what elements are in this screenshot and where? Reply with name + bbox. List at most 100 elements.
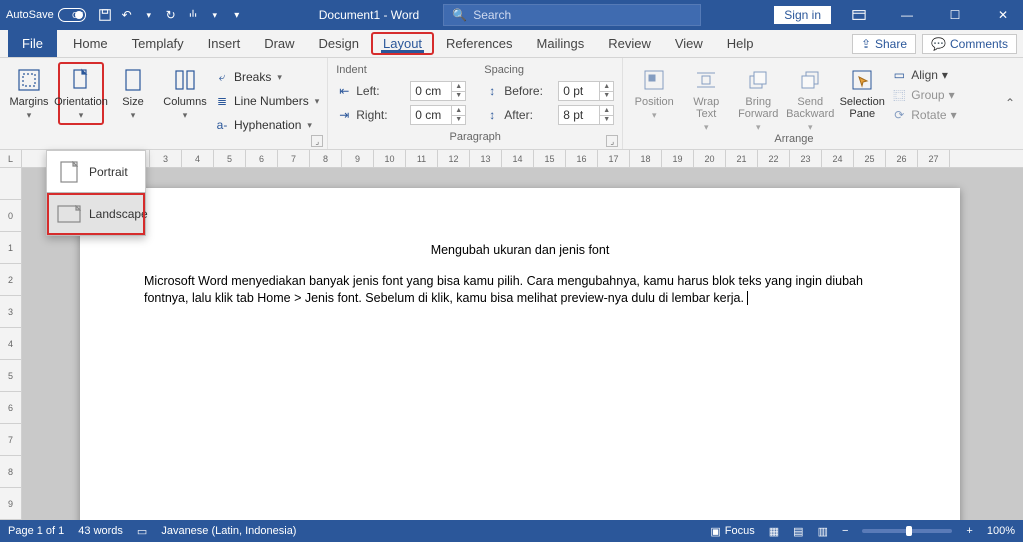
tab-design[interactable]: Design: [307, 30, 371, 57]
position-button[interactable]: Position▾: [631, 62, 677, 121]
indent-left-input[interactable]: 0 cm▲▼: [410, 81, 466, 101]
comments-button[interactable]: 💬Comments: [922, 34, 1017, 54]
columns-label: Columns: [163, 96, 206, 108]
selection-pane-button[interactable]: SelectionPane: [839, 62, 885, 120]
redo-icon[interactable]: ↻: [162, 6, 180, 24]
zoom-out-button[interactable]: −: [842, 525, 848, 537]
send-label: SendBackward: [786, 96, 834, 120]
focus-mode-button[interactable]: ▣Focus: [710, 525, 754, 538]
hyphenation-button[interactable]: a-Hyphenation▾: [214, 114, 319, 136]
ribbon-display-icon[interactable]: [839, 0, 879, 30]
position-icon: [640, 66, 668, 94]
columns-button[interactable]: Columns ▾: [162, 62, 208, 121]
chevron-down-icon: ▾: [27, 110, 32, 121]
search-input[interactable]: 🔍 Search: [443, 4, 701, 26]
align-label: Align: [911, 68, 938, 82]
zoom-level[interactable]: 100%: [987, 525, 1015, 537]
print-layout-icon[interactable]: ▤: [793, 525, 803, 538]
spacing-before-input[interactable]: 0 pt ▲▼: [558, 81, 614, 101]
align-button[interactable]: ▭Align▾: [891, 66, 956, 84]
right-label: Right:: [356, 108, 406, 122]
zoom-slider[interactable]: [862, 529, 952, 533]
save-icon[interactable]: [96, 6, 114, 24]
search-placeholder: Search: [473, 8, 511, 22]
spellcheck-icon[interactable]: ▭: [137, 525, 147, 538]
spacing-before-value: 0 pt: [563, 84, 583, 98]
qat-customize-icon[interactable]: ▾: [228, 6, 246, 24]
touch-caret-icon[interactable]: ▾: [206, 6, 224, 24]
page-count[interactable]: Page 1 of 1: [8, 525, 64, 537]
vertical-ruler[interactable]: 012345678910: [0, 168, 22, 520]
indent-left-icon: ⇤: [336, 84, 352, 98]
undo-icon[interactable]: ↶: [118, 6, 136, 24]
ruler-corner[interactable]: L: [0, 150, 22, 168]
portrait-label: Portrait: [89, 165, 128, 179]
touch-mode-icon[interactable]: [184, 6, 202, 24]
portrait-icon: [57, 161, 81, 183]
orientation-portrait-item[interactable]: Portrait: [47, 151, 145, 193]
horizontal-ruler[interactable]: 0123456789101112131415161718192021222324…: [22, 150, 1023, 168]
language-status[interactable]: Javanese (Latin, Indonesia): [161, 525, 296, 537]
tab-draw[interactable]: Draw: [252, 30, 306, 57]
tab-insert[interactable]: Insert: [196, 30, 253, 57]
maximize-button[interactable]: ☐: [935, 0, 975, 30]
dialog-launcher-icon[interactable]: ⌟: [606, 135, 618, 147]
web-layout-icon[interactable]: ▥: [818, 525, 828, 538]
page[interactable]: Mengubah ukuran dan jenis font Microsoft…: [80, 188, 960, 520]
tab-mailings[interactable]: Mailings: [525, 30, 597, 57]
canvas[interactable]: Mengubah ukuran dan jenis font Microsoft…: [22, 168, 1023, 520]
wrap-text-button[interactable]: WrapText▾: [683, 62, 729, 133]
doc-body: Microsoft Word menyediakan banyak jenis …: [144, 273, 896, 307]
position-label: Position: [635, 96, 674, 108]
ribbon: Margins ▾ Orientation ▾ Size ▾ Columns ▾: [0, 58, 1023, 150]
hyphenation-label: Hyphenation: [234, 118, 301, 132]
read-mode-icon[interactable]: ▦: [769, 525, 779, 538]
comments-label: Comments: [950, 37, 1008, 51]
line-numbers-button[interactable]: ≣Line Numbers▾: [214, 90, 319, 112]
tab-references[interactable]: References: [434, 30, 524, 57]
orientation-button[interactable]: Orientation ▾: [58, 62, 104, 125]
tab-layout[interactable]: Layout: [371, 32, 434, 55]
close-button[interactable]: ✕: [983, 0, 1023, 30]
undo-caret-icon[interactable]: ▾: [140, 6, 158, 24]
spacing-after-input[interactable]: 8 pt▲▼: [558, 105, 614, 125]
margins-button[interactable]: Margins ▾: [6, 62, 52, 121]
indent-right-input[interactable]: 0 cm▲▼: [410, 105, 466, 125]
spinner-icon[interactable]: ▲▼: [451, 106, 465, 124]
breaks-button[interactable]: ⤶Breaks▾: [214, 66, 319, 88]
after-label: After:: [504, 108, 554, 122]
tab-home[interactable]: Home: [61, 30, 120, 57]
spinner-icon[interactable]: ▲▼: [451, 82, 465, 100]
word-count[interactable]: 43 words: [78, 525, 123, 537]
autosave-toggle[interactable]: AutoSave Off: [6, 8, 86, 22]
orientation-landscape-item[interactable]: Landscape: [46, 192, 146, 236]
size-button[interactable]: Size ▾: [110, 62, 156, 121]
group-objects-button[interactable]: ⿴Group▾: [891, 86, 956, 104]
tab-help[interactable]: Help: [715, 30, 766, 57]
rotate-button[interactable]: ⟳Rotate▾: [891, 106, 956, 124]
tab-view[interactable]: View: [663, 30, 715, 57]
zoom-in-button[interactable]: +: [966, 525, 972, 537]
breaks-icon: ⤶: [214, 70, 230, 85]
send-backward-button[interactable]: SendBackward▾: [787, 62, 833, 133]
bring-forward-button[interactable]: BringForward▾: [735, 62, 781, 133]
focus-label: Focus: [725, 525, 755, 537]
spinner-icon[interactable]: ▲▼: [599, 82, 613, 100]
text-cursor: [744, 291, 748, 305]
dialog-launcher-icon[interactable]: ⌟: [311, 135, 323, 147]
group-icon: ⿴: [891, 87, 907, 104]
orientation-icon: [67, 66, 95, 94]
tab-review[interactable]: Review: [596, 30, 663, 57]
group-page-setup: Margins ▾ Orientation ▾ Size ▾ Columns ▾: [0, 58, 328, 149]
tab-templafy[interactable]: Templafy: [120, 30, 196, 57]
chevron-down-icon: ▾: [277, 72, 282, 83]
tab-file[interactable]: File: [8, 30, 57, 57]
minimize-button[interactable]: —: [887, 0, 927, 30]
share-button[interactable]: ⇪Share: [852, 34, 916, 54]
status-bar: Page 1 of 1 43 words ▭ Javanese (Latin, …: [0, 520, 1023, 542]
spacing-heading: Spacing: [484, 64, 524, 76]
search-icon: 🔍: [452, 8, 467, 22]
signin-button[interactable]: Sign in: [774, 6, 831, 24]
spinner-icon[interactable]: ▲▼: [599, 106, 613, 124]
collapse-ribbon-icon[interactable]: ⌃: [1005, 96, 1015, 110]
